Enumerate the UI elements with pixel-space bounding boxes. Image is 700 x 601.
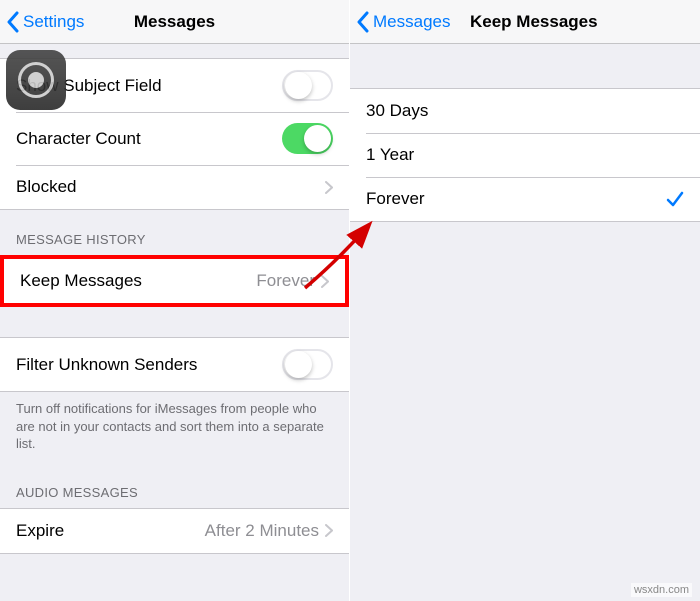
label-filter-unknown: Filter Unknown Senders: [16, 355, 282, 375]
row-keep-messages[interactable]: Keep Messages Forever: [4, 259, 345, 303]
back-label: Settings: [23, 12, 84, 32]
option-forever[interactable]: Forever: [350, 177, 700, 221]
chevron-left-icon: [6, 11, 19, 33]
value-keep-messages: Forever: [256, 271, 315, 291]
switch-subject-field[interactable]: [282, 70, 333, 101]
back-button-settings[interactable]: Settings: [0, 11, 84, 33]
option-label: 30 Days: [366, 101, 684, 121]
row-blocked[interactable]: Blocked: [0, 165, 349, 209]
settings-list-filter: Filter Unknown Senders: [0, 337, 349, 392]
switch-filter-unknown[interactable]: [282, 349, 333, 380]
option-1-year[interactable]: 1 Year: [350, 133, 700, 177]
back-label: Messages: [373, 12, 450, 32]
label-expire: Expire: [16, 521, 205, 541]
header-audio-messages: AUDIO MESSAGES: [0, 463, 349, 508]
keep-messages-options: 30 Days 1 Year Forever: [350, 88, 700, 222]
option-label: Forever: [366, 189, 666, 209]
chevron-right-icon: [325, 181, 333, 194]
messages-settings-pane: Settings Messages Show Subject Field Cha…: [0, 0, 350, 601]
option-30-days[interactable]: 30 Days: [350, 89, 700, 133]
chevron-right-icon: [325, 524, 333, 537]
footer-filter-unknown: Turn off notifications for iMessages fro…: [0, 392, 349, 463]
keep-messages-pane: Messages Keep Messages 30 Days 1 Year Fo…: [350, 0, 700, 601]
option-label: 1 Year: [366, 145, 684, 165]
label-keep-messages: Keep Messages: [20, 271, 256, 291]
navbar-left: Settings Messages: [0, 0, 349, 44]
chevron-left-icon: [356, 11, 369, 33]
row-expire[interactable]: Expire After 2 Minutes: [0, 509, 349, 553]
label-blocked: Blocked: [16, 177, 325, 197]
checkmark-icon: [666, 190, 684, 208]
switch-character-count[interactable]: [282, 123, 333, 154]
settings-list-audio: Expire After 2 Minutes: [0, 508, 349, 554]
highlight-keep-messages: Keep Messages Forever: [0, 255, 349, 307]
row-character-count[interactable]: Character Count: [0, 112, 349, 165]
assistive-touch-icon[interactable]: [6, 50, 66, 110]
chevron-right-icon: [321, 275, 329, 288]
back-button-messages[interactable]: Messages: [350, 11, 450, 33]
label-charcount: Character Count: [16, 129, 282, 149]
header-message-history: MESSAGE HISTORY: [0, 210, 349, 255]
value-expire: After 2 Minutes: [205, 521, 319, 541]
navbar-right: Messages Keep Messages: [350, 0, 700, 44]
row-filter-unknown[interactable]: Filter Unknown Senders: [0, 338, 349, 391]
watermark: wsxdn.com: [631, 583, 692, 597]
